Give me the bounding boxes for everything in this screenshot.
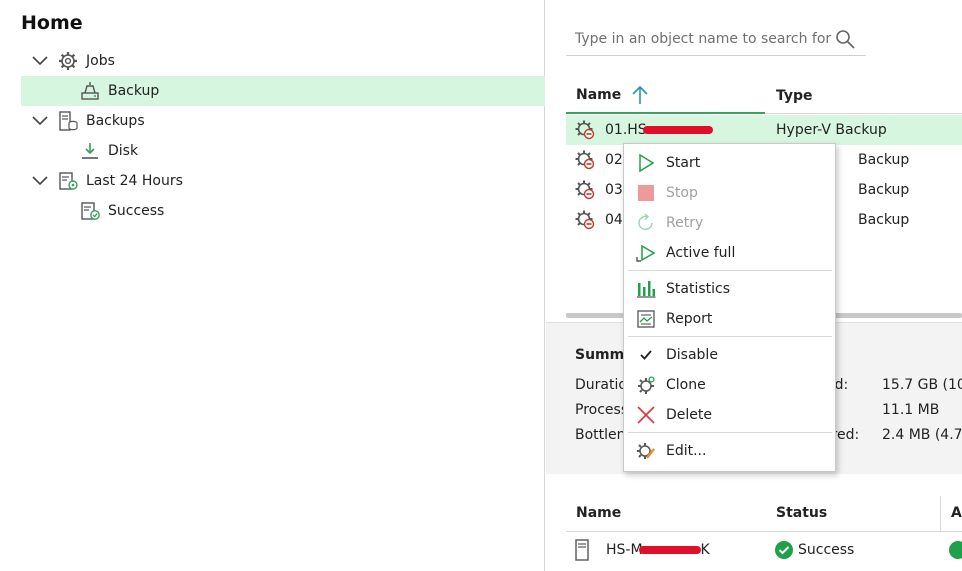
chevron-down-icon[interactable] [28, 116, 52, 126]
column-header-name[interactable]: Name [576, 505, 621, 521]
menu-item-edit[interactable]: Edit... [624, 436, 835, 466]
statistics-icon [635, 278, 657, 300]
summary-value: 15.7 GB (100 [882, 377, 962, 393]
tree-item-last-24-hours[interactable]: Last 24 Hours [28, 166, 328, 196]
checkmark-icon [635, 344, 657, 366]
job-disabled-gear-icon [572, 147, 598, 173]
tree-item-label: Disk [108, 143, 139, 159]
column-header-type[interactable]: Type [776, 78, 813, 114]
summary-label-processing: Process [575, 402, 629, 418]
redaction-mark [642, 126, 713, 134]
summary-value: 2.4 MB (4.7x [882, 427, 962, 443]
table-row[interactable]: HS-M K Success [566, 535, 962, 565]
session-status: Success [798, 542, 855, 558]
success-check-icon [774, 540, 794, 564]
job-disabled-gear-icon [572, 117, 598, 143]
session-object-name: HS-M K [606, 542, 710, 558]
column-header-status[interactable]: Status [776, 505, 827, 521]
navigation-pane: Home Jobs Backup Backups Disk Last 24 Ho… [0, 0, 545, 571]
job-type: Hyper-V Backup [776, 122, 887, 138]
menu-item-active-full[interactable]: Active full [624, 238, 835, 268]
last-24-hours-icon [56, 169, 80, 193]
menu-separator [628, 336, 832, 337]
success-session-icon [78, 199, 102, 223]
summary-label-bottleneck: Bottlen [575, 427, 626, 443]
vm-server-icon [574, 539, 590, 565]
job-type: Backup [858, 152, 910, 168]
context-menu: Start Stop Retry Active full Statistics … [623, 143, 836, 472]
job-disabled-gear-icon [572, 207, 598, 233]
menu-separator [628, 432, 832, 433]
job-name: 01.HS [605, 122, 765, 138]
tree-item-label: Success [108, 203, 165, 219]
stop-icon [635, 182, 657, 204]
active-full-icon [635, 242, 657, 264]
menu-item-statistics[interactable]: Statistics [624, 274, 835, 304]
chevron-down-icon[interactable] [28, 56, 52, 66]
tree-item-backup[interactable]: Backup [21, 76, 545, 106]
summary-value: 11.1 MB [882, 402, 940, 418]
job-type: Backup [858, 182, 910, 198]
retry-icon [635, 212, 657, 234]
job-disabled-gear-icon [572, 177, 598, 203]
jobs-gear-icon [56, 49, 80, 73]
search-icon[interactable] [832, 26, 858, 52]
menu-item-disable[interactable]: Disable [624, 340, 835, 370]
chevron-down-icon[interactable] [28, 176, 52, 186]
job-type: Backup [858, 212, 910, 228]
clone-icon [635, 374, 657, 396]
success-check-icon [948, 540, 962, 564]
tree-item-backups[interactable]: Backups [28, 106, 328, 136]
column-divider[interactable] [940, 496, 941, 532]
edit-icon [635, 440, 657, 462]
summary-label-duration: Duratio [575, 377, 627, 393]
play-icon [635, 152, 657, 174]
tree-item-jobs[interactable]: Jobs [28, 46, 328, 76]
delete-x-icon [635, 404, 657, 426]
tree-item-success[interactable]: Success [78, 196, 328, 226]
tree-item-label: Last 24 Hours [86, 173, 183, 189]
menu-separator [628, 270, 832, 271]
tree-item-disk[interactable]: Disk [78, 136, 328, 166]
tree-item-label: Backup [108, 83, 160, 99]
report-icon [635, 308, 657, 330]
column-header-third[interactable]: A [951, 505, 962, 521]
column-header-name[interactable]: Name [566, 78, 765, 114]
menu-item-delete[interactable]: Delete [624, 400, 835, 430]
disk-download-icon [78, 139, 102, 163]
menu-item-clone[interactable]: Clone [624, 370, 835, 400]
veeam-console-window: Home Jobs Backup Backups Disk Last 24 Ho… [0, 0, 962, 571]
nav-title: Home [21, 12, 83, 34]
menu-item-start[interactable]: Start [624, 148, 835, 178]
sort-ascending-icon[interactable] [631, 85, 649, 105]
backup-job-icon [78, 79, 102, 103]
jobs-table-header: Name Type [566, 78, 962, 114]
menu-item-retry[interactable]: Retry [624, 208, 835, 238]
menu-item-report[interactable]: Report [624, 304, 835, 334]
menu-item-stop[interactable]: Stop [624, 178, 835, 208]
backups-storage-icon [56, 109, 80, 133]
table-row[interactable]: 01.HS Hyper-V Backup [566, 115, 962, 145]
sessions-table-header: Name Status A [566, 496, 962, 532]
redaction-mark [638, 546, 701, 554]
search-box[interactable]: Type in an object name to search for [566, 22, 866, 56]
tree-item-label: Backups [86, 113, 145, 129]
search-input[interactable]: Type in an object name to search for [566, 31, 832, 47]
tree-item-label: Jobs [86, 53, 115, 69]
